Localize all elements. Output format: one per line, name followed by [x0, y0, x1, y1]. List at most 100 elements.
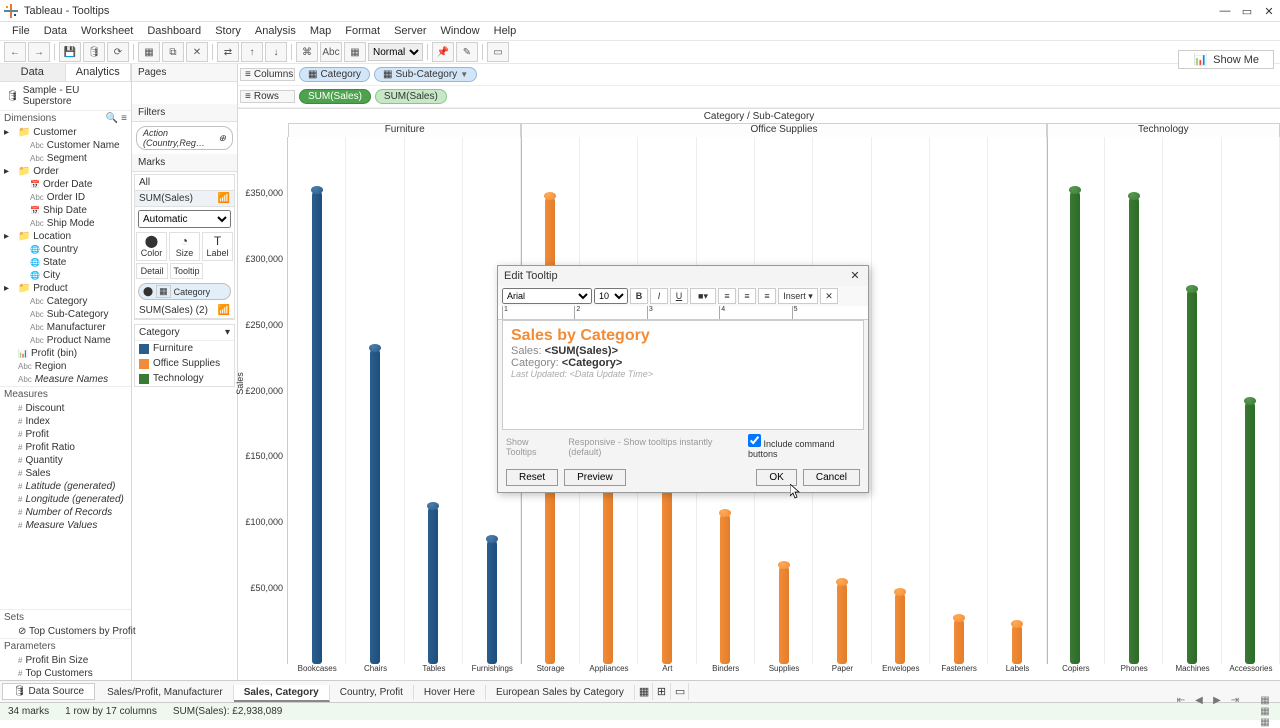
detail-shelf[interactable]: Detail — [136, 263, 168, 279]
meas-longitude-generated-[interactable]: # Longitude (generated) — [0, 493, 131, 506]
bar-column[interactable] — [346, 137, 404, 664]
data-source-tab[interactable]: 🛢 Data Source — [2, 683, 95, 700]
font-color-button[interactable]: ■▾ — [690, 288, 716, 304]
forward-button[interactable]: → — [28, 42, 50, 62]
bold-button[interactable]: B — [630, 288, 648, 304]
rows-pill-sales-2[interactable]: SUM(Sales) — [375, 89, 447, 104]
meas-latitude-generated-[interactable]: # Latitude (generated) — [0, 480, 131, 493]
dim-region[interactable]: Abc Region — [0, 360, 131, 373]
marks-type-select[interactable]: Automatic — [138, 210, 231, 228]
align-left-button[interactable]: ≡ — [718, 288, 736, 304]
search-icon[interactable]: 🔍 ≡ — [106, 113, 127, 124]
menu-file[interactable]: File — [6, 25, 36, 37]
menu-format[interactable]: Format — [339, 25, 386, 37]
sort-desc-button[interactable]: ↓ — [265, 42, 287, 62]
dim-location[interactable]: ▸📁 Location — [0, 230, 131, 243]
insert-field-button[interactable]: Insert ▾ — [778, 288, 818, 304]
nav-prev[interactable]: ◀ — [1192, 695, 1206, 728]
highlight-button[interactable]: ✎ — [456, 42, 478, 62]
dim-product-name[interactable]: Abc Product Name — [0, 334, 131, 347]
presentation-button[interactable]: ▭ — [487, 42, 509, 62]
bar-column[interactable] — [1105, 137, 1163, 664]
new-story-tab[interactable]: ▭ — [671, 683, 689, 700]
marks-sum2-tab[interactable]: SUM(Sales) (2) — [139, 305, 208, 316]
analytics-tab[interactable]: Analytics — [66, 64, 132, 81]
align-center-button[interactable]: ≡ — [738, 288, 756, 304]
menu-dashboard[interactable]: Dashboard — [141, 25, 207, 37]
dim-ship-mode[interactable]: Abc Ship Mode — [0, 217, 131, 230]
bar-column[interactable] — [1047, 137, 1105, 664]
meas-profit[interactable]: # Profit — [0, 428, 131, 441]
marks-sum-tab[interactable]: SUM(Sales) — [139, 193, 193, 204]
marks-label-button[interactable]: Abc — [320, 42, 342, 62]
new-datasource-button[interactable]: 🛢 — [83, 42, 105, 62]
new-worksheet-tab[interactable]: ▦ — [635, 683, 653, 700]
bar-column[interactable] — [1163, 137, 1221, 664]
dim-manufacturer[interactable]: Abc Manufacturer — [0, 321, 131, 334]
tooltip-editor[interactable]: Sales by Category Sales: <SUM(Sales)> Ca… — [502, 320, 864, 430]
meas-index[interactable]: # Index — [0, 415, 131, 428]
data-tab[interactable]: Data — [0, 64, 66, 81]
rows-pill-sales-1[interactable]: SUM(Sales) — [299, 89, 371, 104]
dim-profit-bin-[interactable]: 📊 Profit (bin) — [0, 347, 131, 360]
dim-customer-name[interactable]: Abc Customer Name — [0, 139, 131, 152]
bar-column[interactable] — [405, 137, 463, 664]
marks-all-tab[interactable]: All — [135, 175, 234, 191]
sheet-tab[interactable]: Sales, Category — [234, 685, 330, 702]
minimize-button[interactable]: — — [1214, 0, 1236, 22]
legend-item[interactable]: Technology — [135, 371, 234, 386]
filter-pill[interactable]: Action (Country,Reg… ⊕ — [136, 126, 233, 150]
dim-order[interactable]: ▸📁 Order — [0, 165, 131, 178]
swap-button[interactable]: ⇄ — [217, 42, 239, 62]
param-item[interactable]: # Top Customers — [0, 667, 131, 680]
sort-asc-button[interactable]: ↑ — [241, 42, 263, 62]
dim-order-date[interactable]: 📅 Order Date — [0, 178, 131, 191]
bar-column[interactable] — [930, 137, 988, 664]
pin-button[interactable]: 📌 — [432, 42, 454, 62]
datasource-item[interactable]: 🛢 Sample - EU Superstore — [0, 82, 131, 110]
meas-measure-values[interactable]: # Measure Values — [0, 519, 131, 532]
fit-dropdown-icon[interactable]: ▦ — [344, 42, 366, 62]
legend-menu-icon[interactable]: ▾ — [225, 327, 230, 338]
menu-data[interactable]: Data — [38, 25, 73, 37]
sheet-tab[interactable]: Sales/Profit, Manufacturer — [97, 685, 234, 700]
columns-pill-subcategory[interactable]: ▦ Sub-Category ▼ — [374, 67, 477, 82]
show-me-button[interactable]: 📊 Show Me — [1178, 50, 1274, 69]
dim-customer[interactable]: ▸📁 Customer — [0, 126, 131, 139]
menu-worksheet[interactable]: Worksheet — [75, 25, 139, 37]
meas-discount[interactable]: # Discount — [0, 402, 131, 415]
color-category-pill[interactable]: ⬤ ▦ Category — [138, 283, 231, 300]
label-shelf[interactable]: TLabel — [202, 232, 233, 261]
dim-country[interactable]: 🌐 Country — [0, 243, 131, 256]
dim-order-id[interactable]: Abc Order ID — [0, 191, 131, 204]
dim-segment[interactable]: Abc Segment — [0, 152, 131, 165]
new-dashboard-tab[interactable]: ⊞ — [653, 683, 671, 700]
set-item[interactable]: ⊘ Top Customers by Profit — [0, 625, 131, 638]
bar-column[interactable] — [1222, 137, 1280, 664]
nav-first[interactable]: ⇤ — [1174, 695, 1188, 728]
dim-state[interactable]: 🌐 State — [0, 256, 131, 269]
bar-column[interactable] — [872, 137, 930, 664]
dialog-close-button[interactable]: ✕ — [848, 269, 862, 283]
tooltip-shelf[interactable]: Tooltip — [170, 263, 202, 279]
meas-number-of-records[interactable]: # Number of Records — [0, 506, 131, 519]
dim-measure-names[interactable]: Abc Measure Names — [0, 373, 131, 386]
fit-select[interactable]: Normal — [368, 43, 423, 61]
menu-help[interactable]: Help — [488, 25, 523, 37]
menu-story[interactable]: Story — [209, 25, 247, 37]
bar-column[interactable] — [988, 137, 1046, 664]
legend-item[interactable]: Furniture — [135, 341, 234, 356]
param-item[interactable]: # Profit Bin Size — [0, 654, 131, 667]
reset-button[interactable]: Reset — [506, 469, 558, 486]
save-button[interactable]: 💾 — [59, 42, 81, 62]
dim-city[interactable]: 🌐 City — [0, 269, 131, 282]
preview-button[interactable]: Preview — [564, 469, 626, 486]
include-command-checkbox[interactable] — [748, 434, 761, 447]
menu-analysis[interactable]: Analysis — [249, 25, 302, 37]
meas-sales[interactable]: # Sales — [0, 467, 131, 480]
group-button[interactable]: ⌘ — [296, 42, 318, 62]
refresh-button[interactable]: ⟳ — [107, 42, 129, 62]
menu-server[interactable]: Server — [388, 25, 432, 37]
nav-next[interactable]: ▶ — [1210, 695, 1224, 728]
bar-column[interactable] — [288, 137, 346, 664]
